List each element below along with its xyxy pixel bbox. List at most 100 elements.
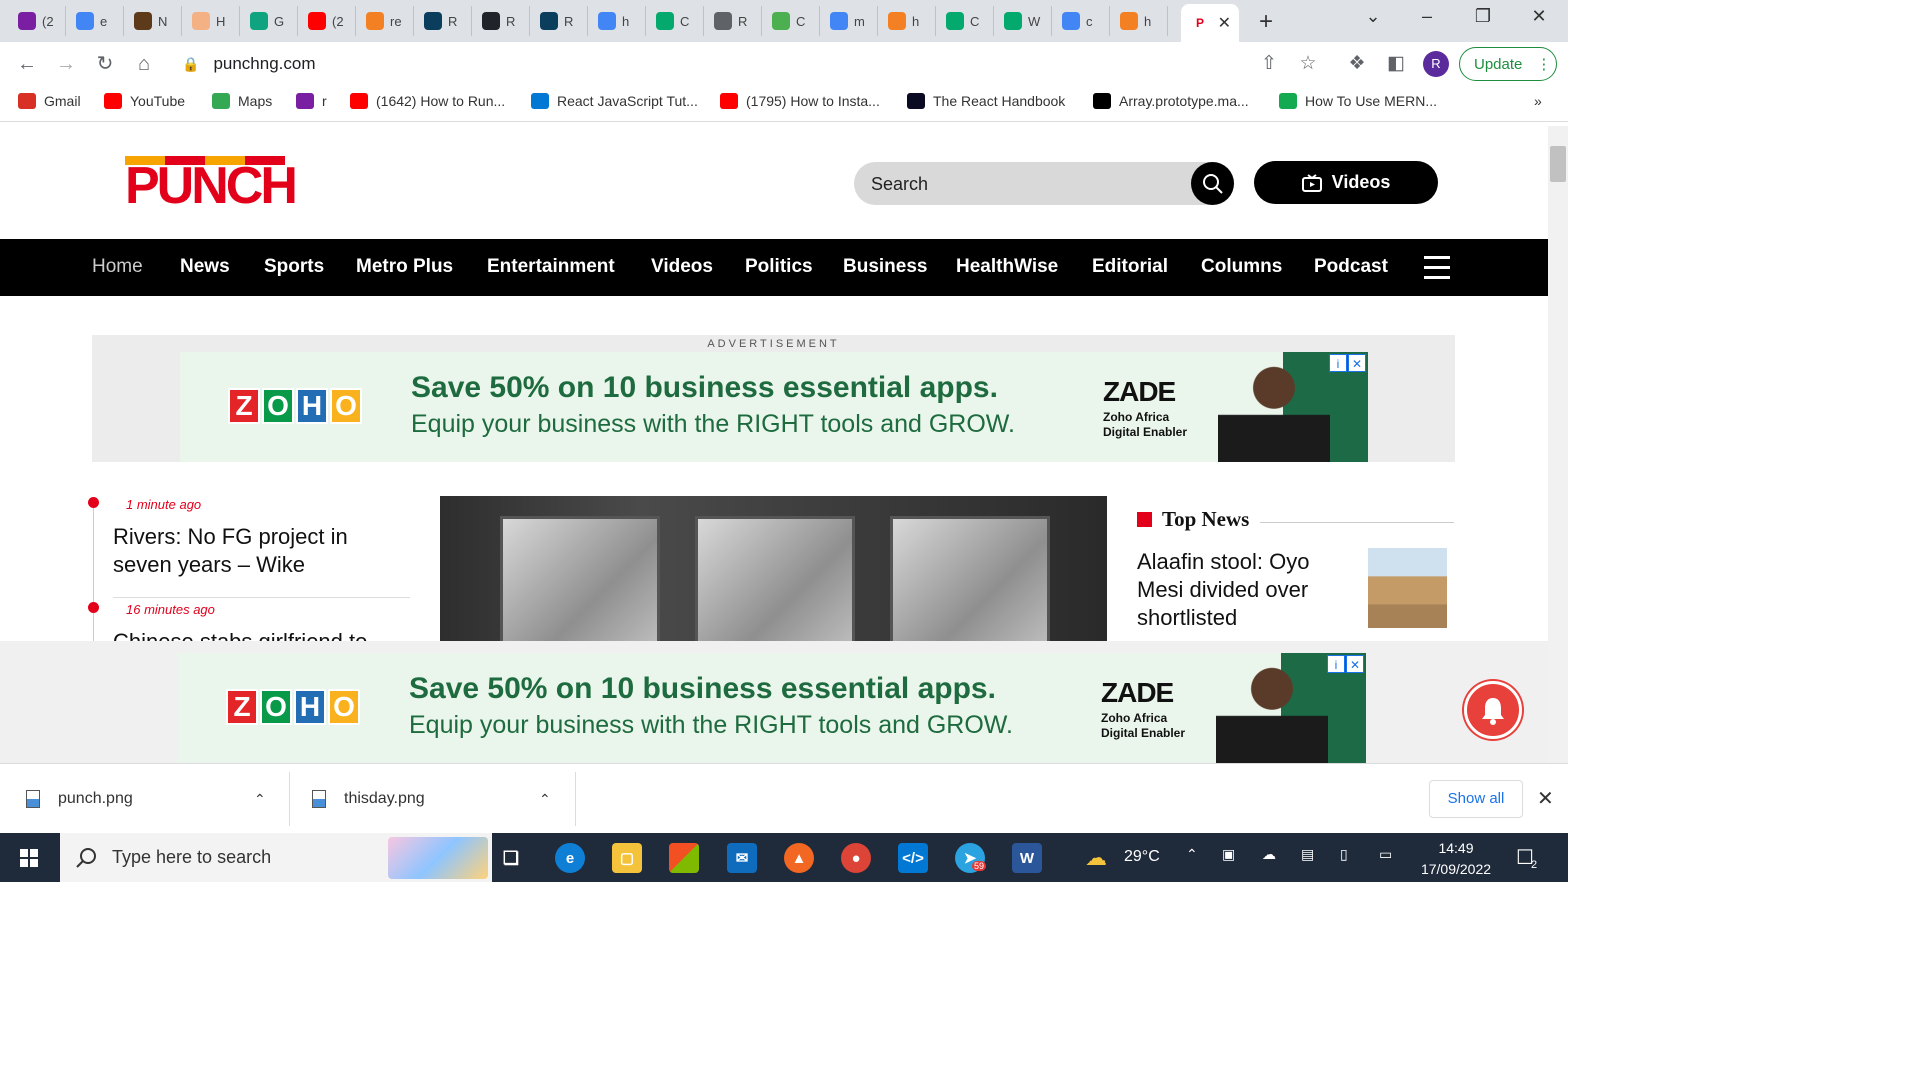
browser-tab[interactable]: H — [182, 6, 240, 36]
nav-item-podcast[interactable]: Podcast — [1314, 256, 1388, 278]
battery-icon[interactable]: ▭ — [1379, 846, 1392, 863]
weather-icon[interactable]: ☁ — [1085, 845, 1107, 871]
store-icon[interactable] — [669, 843, 699, 873]
bookmark-item[interactable]: React JavaScript Tut... — [531, 93, 698, 109]
mail-icon[interactable]: ✉ — [727, 843, 757, 873]
punch-logo[interactable]: PUNCH — [125, 156, 298, 212]
bookmark-item[interactable]: r — [296, 93, 327, 109]
cloud-icon[interactable]: ☁ — [1262, 846, 1276, 863]
more-bookmarks-icon[interactable]: » — [1534, 93, 1542, 109]
search-input[interactable]: Search — [871, 174, 928, 195]
tab-search-icon[interactable]: ⌄ — [1358, 6, 1388, 27]
browser-tab[interactable]: e — [66, 6, 124, 36]
browser-tab[interactable]: R — [472, 6, 530, 36]
nav-item-sports[interactable]: Sports — [264, 256, 324, 278]
browser-tab[interactable]: h — [588, 6, 646, 36]
browser-tab[interactable]: (2 — [8, 6, 66, 36]
menu-icon[interactable] — [1424, 256, 1450, 286]
reload-icon[interactable]: ↻ — [91, 50, 119, 78]
news-title[interactable]: Chinese stabs girlfriend to — [113, 628, 403, 641]
bookmark-item[interactable]: How To Use MERN... — [1279, 93, 1437, 109]
browser-tab[interactable]: m — [820, 6, 878, 36]
browser-tab[interactable]: h — [1110, 6, 1168, 36]
videos-button[interactable]: Videos — [1254, 161, 1438, 204]
ad-choices[interactable]: i ✕ — [1329, 354, 1366, 372]
news-title[interactable]: Rivers: No FG project in seven years – W… — [113, 523, 403, 579]
download-item[interactable]: punch.png ⌃ — [26, 764, 276, 834]
close-tab-icon[interactable]: ✕ — [1218, 13, 1231, 33]
extensions-icon[interactable]: ❖ — [1345, 52, 1369, 75]
ad-info-icon[interactable]: i — [1327, 655, 1345, 673]
nav-item-videos[interactable]: Videos — [651, 256, 713, 278]
device-icon[interactable]: ▯ — [1340, 846, 1348, 863]
browser-tab[interactable]: C — [762, 6, 820, 36]
browser-tab[interactable]: C — [646, 6, 704, 36]
bookmark-item[interactable]: Gmail — [18, 93, 81, 109]
browser-tab[interactable]: R — [414, 6, 472, 36]
bookmark-item[interactable]: YouTube — [104, 93, 185, 109]
brave-icon[interactable]: ▲ — [784, 843, 814, 873]
bookmark-item[interactable]: (1642) How to Run... — [350, 93, 505, 109]
show-all-button[interactable]: Show all — [1429, 780, 1523, 818]
browser-tab[interactable]: C — [936, 6, 994, 36]
search-button[interactable] — [1191, 162, 1234, 205]
ad-choices[interactable]: i ✕ — [1327, 655, 1364, 673]
taskbar-search[interactable]: Type here to search — [60, 833, 492, 882]
address-bar[interactable]: 🔒 punchng.com — [172, 46, 1337, 82]
share-icon[interactable]: ⇧ — [1257, 52, 1281, 75]
task-view-icon[interactable]: ❏ — [496, 843, 526, 873]
browser-tab[interactable]: re — [356, 6, 414, 36]
site-search[interactable]: Search — [854, 162, 1234, 205]
top-news-thumbnail[interactable] — [1368, 548, 1447, 628]
nav-item-columns[interactable]: Columns — [1201, 256, 1282, 278]
ad-close-icon[interactable]: ✕ — [1348, 354, 1366, 372]
word-icon[interactable]: W — [1012, 843, 1042, 873]
restore-icon[interactable]: ❐ — [1468, 6, 1498, 27]
clock[interactable]: 14:49 17/09/2022 — [1418, 838, 1494, 880]
chrome-icon[interactable]: ● — [841, 843, 871, 873]
notification-bell-icon[interactable] — [1464, 681, 1522, 739]
vscode-icon[interactable]: </> — [898, 843, 928, 873]
nav-item-entertainment[interactable]: Entertainment — [487, 256, 615, 278]
display-icon[interactable]: ▤ — [1301, 846, 1314, 863]
windows-start-icon[interactable] — [20, 849, 38, 867]
file-explorer-icon[interactable]: ▢ — [612, 843, 642, 873]
bookmark-star-icon[interactable]: ☆ — [1296, 52, 1320, 75]
nav-item-healthwise[interactable]: HealthWise — [956, 256, 1058, 278]
browser-tab[interactable]: W — [994, 6, 1052, 36]
chevron-up-icon[interactable]: ⌃ — [1186, 846, 1198, 863]
nav-item-home[interactable]: Home — [92, 256, 143, 278]
update-button[interactable]: Update ⋮ — [1459, 47, 1557, 81]
active-tab[interactable]: P ✕ — [1181, 4, 1239, 42]
browser-tab[interactable]: c — [1052, 6, 1110, 36]
bookmark-item[interactable]: Maps — [212, 93, 272, 109]
bookmark-item[interactable]: Array.prototype.ma... — [1093, 93, 1249, 109]
top-news-story[interactable]: Alaafin stool: Oyo Mesi divided over sho… — [1137, 548, 1352, 632]
download-item[interactable]: thisday.png ⌃ — [312, 764, 562, 834]
chevron-up-icon[interactable]: ⌃ — [539, 791, 551, 808]
nav-item-metro-plus[interactable]: Metro Plus — [356, 256, 453, 278]
bookmark-item[interactable]: The React Handbook — [907, 93, 1065, 109]
edge-icon[interactable]: e — [555, 843, 585, 873]
weather-temperature[interactable]: 29°C — [1124, 848, 1160, 866]
hero-image[interactable] — [440, 496, 1107, 641]
browser-tab[interactable]: N — [124, 6, 182, 36]
taskbar-search-input[interactable]: Type here to search — [112, 847, 271, 868]
ad-close-icon[interactable]: ✕ — [1346, 655, 1364, 673]
zoho-ad-banner[interactable]: Z O H O Save 50% on 10 business essentia… — [180, 352, 1368, 462]
browser-tab[interactable]: R — [530, 6, 588, 36]
nav-item-business[interactable]: Business — [843, 256, 927, 278]
nav-item-politics[interactable]: Politics — [745, 256, 813, 278]
home-icon[interactable]: ⌂ — [130, 50, 158, 78]
window-close-icon[interactable]: ✕ — [1524, 6, 1554, 27]
nav-item-news[interactable]: News — [180, 256, 230, 278]
browser-tab[interactable]: h — [878, 6, 936, 36]
forward-icon[interactable]: → — [52, 50, 80, 78]
ad-info-icon[interactable]: i — [1329, 354, 1347, 372]
new-tab-icon[interactable]: + — [1252, 8, 1280, 36]
browser-tab[interactable]: (2 — [298, 6, 356, 36]
browser-tab[interactable]: R — [704, 6, 762, 36]
profile-avatar[interactable]: R — [1423, 51, 1449, 77]
chevron-up-icon[interactable]: ⌃ — [254, 791, 266, 808]
network-icon[interactable]: ▣ — [1222, 846, 1235, 863]
